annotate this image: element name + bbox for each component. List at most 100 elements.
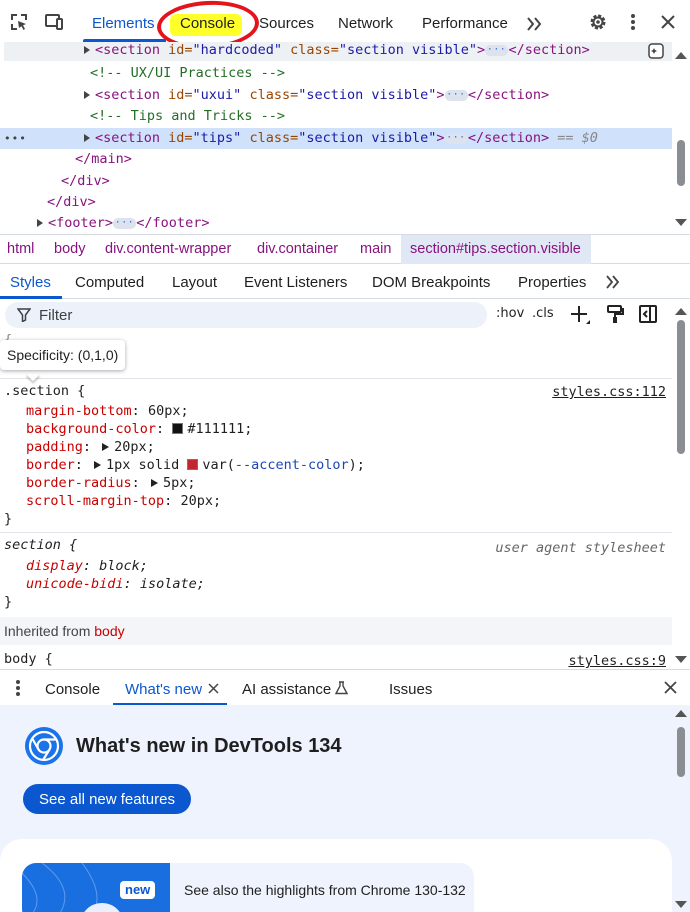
expand-triangle-icon[interactable] <box>84 91 90 99</box>
drawer-menu-icon[interactable] <box>10 679 26 697</box>
see-all-new-features-button[interactable]: See all new features <box>23 784 191 814</box>
dom-tree-scrollbar[interactable] <box>677 140 685 186</box>
color-swatch-icon[interactable] <box>172 423 184 434</box>
dom-node-tips-selected[interactable]: ••• <section id="tips" class="section vis… <box>0 128 672 149</box>
source-link-styles-9[interactable]: styles.css:9 <box>568 653 666 669</box>
css-property-value[interactable]: 1px solid <box>106 457 187 473</box>
devtools-tab-bar: Elements Console Sources Network Perform… <box>0 0 690 52</box>
css-property-value[interactable]: 60px; <box>148 403 189 419</box>
dom-comment-tips[interactable]: <!-- Tips and Tricks --> <box>0 106 672 127</box>
expand-triangle-icon[interactable] <box>84 134 90 142</box>
css-property-name[interactable]: background-color <box>26 421 156 437</box>
drawer-scrollbar[interactable] <box>677 727 685 777</box>
drawer-tab-issues[interactable]: Issues <box>389 681 432 698</box>
tab-computed[interactable]: Computed <box>75 274 144 291</box>
css-property-name[interactable]: scroll-margin-top <box>26 493 164 509</box>
color-swatch-icon[interactable] <box>187 459 199 470</box>
breadcrumb-section-tips[interactable]: section#tips.section.visible <box>410 241 581 257</box>
dom-node-uxui[interactable]: <section id="uxui" class="section visibl… <box>0 85 672 106</box>
tab-performance[interactable]: Performance <box>422 15 508 32</box>
css-property-value[interactable]: 20px; <box>180 493 221 509</box>
source-link-styles-112[interactable]: styles.css:112 <box>552 384 666 400</box>
css-property-value[interactable]: 5px; <box>163 475 196 491</box>
row-actions-icon[interactable]: ••• <box>4 128 84 149</box>
tab-layout[interactable]: Layout <box>172 274 217 291</box>
tab-sources[interactable]: Sources <box>259 15 314 32</box>
rule-selector-body[interactable]: body { <box>4 650 53 668</box>
css-property-name[interactable]: border-radius <box>26 475 132 491</box>
expand-triangle-icon[interactable] <box>84 46 90 54</box>
whats-new-title: What's new in DevTools 134 <box>76 735 342 757</box>
collapsed-ellipsis-icon[interactable]: ··· <box>444 89 468 101</box>
tab-event-listeners[interactable]: Event Listeners <box>244 274 347 291</box>
styles-filter-input[interactable] <box>5 302 487 328</box>
more-options-icon[interactable] <box>623 12 643 32</box>
rule-selector-ua-section[interactable]: section { <box>4 536 77 554</box>
breadcrumb: html body div.content-wrapper div.contai… <box>0 234 690 264</box>
drawer-tab-whats-new[interactable]: What's new <box>125 681 202 698</box>
toggle-sidebar-icon[interactable] <box>638 304 658 324</box>
scroll-down-arrow[interactable] <box>675 656 687 663</box>
inspect-element-icon[interactable] <box>9 12 29 32</box>
tab-network[interactable]: Network <box>338 15 393 32</box>
css-property-name[interactable]: padding <box>26 439 83 455</box>
drawer-tab-ai-assistance[interactable]: AI assistance <box>242 681 331 698</box>
dom-close-main[interactable]: </main> <box>0 149 672 170</box>
expand-triangle-icon[interactable] <box>37 219 43 227</box>
rule-selector-section[interactable]: .section { <box>4 382 85 400</box>
expand-shorthand-icon[interactable] <box>150 479 158 487</box>
close-devtools-icon[interactable] <box>658 12 678 32</box>
css-property-value[interactable]: 20px; <box>114 439 155 455</box>
styles-scrollbar[interactable] <box>677 320 685 454</box>
toggle-classes-button[interactable]: .cls <box>532 306 554 321</box>
css-declaration[interactable]: scroll-margin-top: 20px; <box>26 492 221 510</box>
toggle-hover-state-button[interactable]: :hov <box>496 306 524 321</box>
scroll-down-arrow[interactable] <box>675 219 687 226</box>
collapsed-ellipsis-icon[interactable]: ··· <box>444 132 468 144</box>
ai-assist-sparkle-icon[interactable] <box>647 42 665 60</box>
dom-node-footer[interactable]: <footer> ··· </footer> <box>0 213 672 234</box>
css-property-value: block; <box>99 558 148 574</box>
collapsed-ellipsis-icon[interactable]: ··· <box>485 44 509 56</box>
settings-gear-icon[interactable] <box>588 12 608 32</box>
css-declaration[interactable]: padding: 20px; <box>26 438 155 456</box>
css-property-value[interactable]: #111111; <box>187 421 252 437</box>
breadcrumb-container[interactable]: div.container <box>257 241 338 257</box>
scroll-up-arrow[interactable] <box>675 710 687 717</box>
breadcrumb-main[interactable]: main <box>360 241 391 257</box>
add-style-rule-icon[interactable] <box>570 304 592 326</box>
css-declaration[interactable]: background-color: #111111; <box>26 420 252 438</box>
dom-close-div[interactable]: </div> <box>0 171 672 192</box>
collapsed-ellipsis-icon[interactable]: ··· <box>113 217 137 229</box>
breadcrumb-body[interactable]: body <box>54 241 85 257</box>
css-variable-link[interactable]: --accent-color <box>235 457 349 473</box>
tab-dom-breakpoints[interactable]: DOM Breakpoints <box>372 274 490 291</box>
highlights-card-text[interactable]: See also the highlights from Chrome 130-… <box>184 882 466 898</box>
more-tabs-icon[interactable] <box>525 14 545 34</box>
css-declaration[interactable]: margin-bottom: 60px; <box>26 402 189 420</box>
more-subtabs-icon[interactable] <box>604 273 622 291</box>
dom-node-hardcoded[interactable]: <section id="hardcoded" class="section v… <box>4 42 672 61</box>
dom-comment-uxui[interactable]: <!-- UX/UI Practices --> <box>0 63 672 84</box>
tab-elements[interactable]: Elements <box>92 15 155 32</box>
expand-shorthand-icon[interactable] <box>102 443 110 451</box>
css-property-name[interactable]: margin-bottom <box>26 403 132 419</box>
breadcrumb-content-wrapper[interactable]: div.content-wrapper <box>105 241 231 257</box>
device-toolbar-icon[interactable] <box>44 12 64 32</box>
scroll-up-arrow[interactable] <box>675 308 687 315</box>
drawer-tab-console[interactable]: Console <box>45 681 100 698</box>
scroll-up-arrow[interactable] <box>675 52 687 59</box>
css-declaration[interactable]: border: 1px solid var(--accent-color); <box>26 456 365 474</box>
breadcrumb-html[interactable]: html <box>7 241 34 257</box>
css-declaration[interactable]: border-radius: 5px; <box>26 474 195 492</box>
tab-styles[interactable]: Styles <box>10 274 51 291</box>
css-property-name[interactable]: border <box>26 457 75 473</box>
close-tab-icon[interactable] <box>208 683 219 694</box>
dom-close-div[interactable]: </div> <box>0 192 672 213</box>
tab-properties[interactable]: Properties <box>518 274 586 291</box>
expand-shorthand-icon[interactable] <box>94 461 102 469</box>
close-drawer-icon[interactable] <box>663 680 678 695</box>
paint-roller-icon[interactable] <box>605 304 625 324</box>
scroll-down-arrow[interactable] <box>675 901 687 908</box>
inherited-node-link[interactable]: body <box>94 623 124 639</box>
